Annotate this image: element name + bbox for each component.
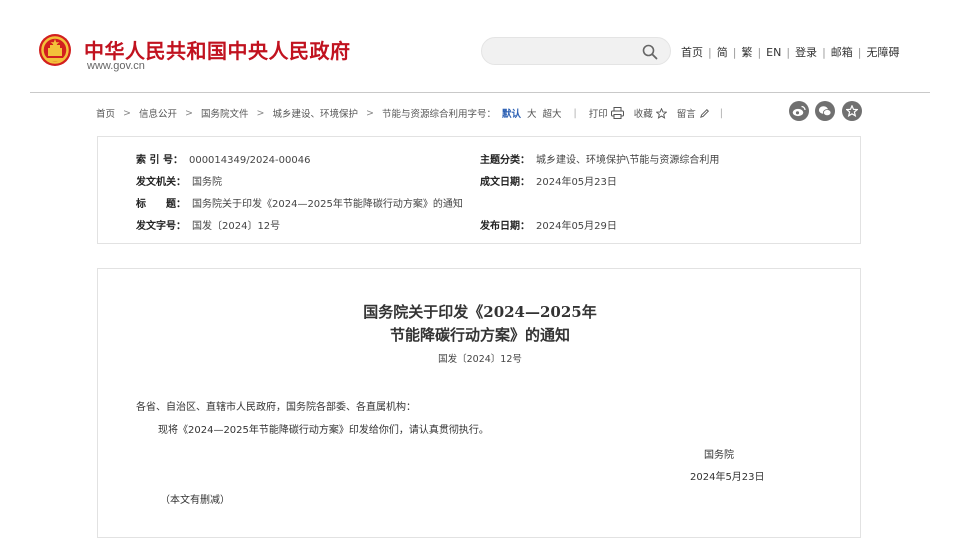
breadcrumb-info-public[interactable]: 信息公开	[139, 106, 177, 120]
print-label: 打印	[588, 109, 608, 120]
header-divider	[30, 92, 930, 93]
published-date-label: 发布日期：	[480, 221, 530, 232]
doc-number-value: 国发〔2024〕12号	[192, 221, 281, 232]
breadcrumb-home[interactable]: 首页	[96, 106, 115, 120]
document-metadata-box: 索 引 号： 000014349/2024-00046 主题分类： 城乡建设、环境保…	[97, 136, 861, 244]
national-emblem-icon[interactable]	[38, 33, 72, 67]
nav-simplified[interactable]: 简	[717, 46, 728, 59]
index-value: 000014349/2024-00046	[188, 155, 311, 166]
nav-separator: |	[708, 46, 712, 59]
created-date-value: 2024年05月23日	[536, 177, 617, 188]
metadata-topic-row: 主题分类： 城乡建设、环境保护\节能与资源综合利用	[480, 151, 719, 166]
document-body-paragraph: 现将《2024—2025年节能降碳行动方案》印发给你们，请认真贯彻执行。	[158, 425, 489, 436]
issuer-label: 发文机关：	[136, 177, 186, 188]
document-title-line-2: 节能降碳行动方案》的通知	[389, 326, 570, 344]
printer-icon	[610, 107, 624, 119]
nav-separator: |	[822, 46, 826, 59]
doc-number-label: 发文字号：	[136, 221, 186, 232]
favorite-button[interactable]: 收藏	[634, 106, 667, 120]
nav-separator: |	[757, 46, 762, 59]
star-outline-icon	[655, 107, 667, 119]
document-date: 2024年5月23日	[690, 472, 765, 483]
topic-value: 城乡建设、环境保护\节能与资源综合利用	[536, 155, 720, 166]
weibo-icon[interactable]	[789, 101, 809, 121]
metadata-created-row: 成文日期： 2024年05月23日	[480, 173, 617, 188]
weibo-glyph-icon	[792, 105, 806, 117]
nav-login[interactable]: 登录	[795, 46, 817, 59]
document-note: （本文有删减）	[160, 495, 230, 506]
comment-button[interactable]: 留言	[677, 106, 710, 120]
search-icon[interactable]	[642, 44, 658, 60]
nav-mail[interactable]: 邮箱	[831, 46, 853, 59]
document-title-line-1: 国务院关于印发《2024—2025年	[363, 303, 597, 321]
published-date-value: 2024年05月29日	[536, 221, 617, 232]
search-box	[481, 37, 671, 65]
search-input[interactable]	[496, 42, 640, 62]
font-size-label: 字号：	[467, 109, 496, 120]
breadcrumb-arrow-icon: >	[256, 107, 265, 119]
title-label: 标 题：	[136, 199, 186, 210]
issuer-value: 国务院	[192, 177, 222, 188]
document-content: 国务院关于印发《2024—2025年 节能降碳行动方案》的通知 国发〔2024〕…	[97, 268, 861, 538]
metadata-issuer-row: 发文机关： 国务院	[136, 173, 222, 188]
metadata-title-row: 标 题： 国务院关于印发《2024—2025年节能降碳行动方案》的通知	[136, 195, 463, 210]
document-signature: 国务院	[704, 450, 734, 461]
nav-separator: |	[857, 46, 862, 59]
breadcrumb-urban-environment[interactable]: 城乡建设、环境保护	[272, 106, 358, 120]
created-date-label: 成文日期：	[480, 177, 530, 188]
site-domain: www.gov.cn	[87, 60, 145, 72]
breadcrumb-arrow-icon: >	[123, 107, 131, 119]
nav-traditional[interactable]: 繁	[741, 46, 752, 59]
index-label: 索 引 号：	[136, 155, 183, 166]
topic-label: 主题分类：	[480, 155, 530, 166]
favorite-star-icon[interactable]	[842, 101, 862, 121]
breadcrumb-state-council-docs[interactable]: 国务院文件	[201, 106, 249, 120]
document-salutation: 各省、自治区、直辖市人民政府，国务院各部委、各直属机构：	[136, 402, 416, 413]
favorite-label: 收藏	[633, 109, 653, 120]
nav-home[interactable]: 首页	[681, 46, 703, 59]
document-number: 国发〔2024〕12号	[438, 354, 522, 365]
title-value: 国务院关于印发《2024—2025年节能降碳行动方案》的通知	[192, 199, 463, 210]
print-button[interactable]: 打印	[589, 106, 624, 120]
star-glyph-icon	[846, 105, 858, 117]
wechat-icon[interactable]	[815, 101, 835, 121]
breadcrumb-arrow-icon: >	[185, 107, 193, 119]
breadcrumb-energy-saving[interactable]: 节能与资源综合利用	[382, 106, 468, 120]
toolbar-separator: |	[719, 107, 723, 119]
metadata-published-row: 发布日期： 2024年05月29日	[480, 217, 617, 232]
pencil-icon	[699, 108, 709, 118]
metadata-docno-row: 发文字号： 国发〔2024〕12号	[136, 217, 280, 232]
nav-separator: |	[732, 46, 737, 59]
wechat-glyph-icon	[818, 106, 832, 117]
breadcrumb: 首页 > 信息公开 > 国务院文件 > 城乡建设、环境保护 > 节能与资源综合利…	[96, 105, 735, 121]
comment-label: 留言	[676, 109, 696, 120]
nav-english[interactable]: EN	[766, 46, 781, 59]
top-nav: 首页 | 简 | 繁 | EN | 登录 | 邮箱 | 无障碍	[681, 44, 900, 60]
font-size-default[interactable]: 默认	[502, 106, 521, 120]
metadata-index-row: 索 引 号： 000014349/2024-00046	[136, 151, 310, 166]
breadcrumb-arrow-icon: >	[365, 107, 374, 119]
font-size-large[interactable]: 大	[527, 106, 537, 120]
site-header: 中华人民共和国中央人民政府 www.gov.cn 首页 | 简 | 繁 | EN | 登录 | 邮箱…	[0, 0, 960, 92]
font-size-xlarge[interactable]: 超大	[543, 106, 562, 120]
nav-separator: |	[786, 46, 791, 59]
toolbar-separator: |	[573, 107, 577, 119]
nav-accessibility[interactable]: 无障碍	[867, 46, 900, 59]
